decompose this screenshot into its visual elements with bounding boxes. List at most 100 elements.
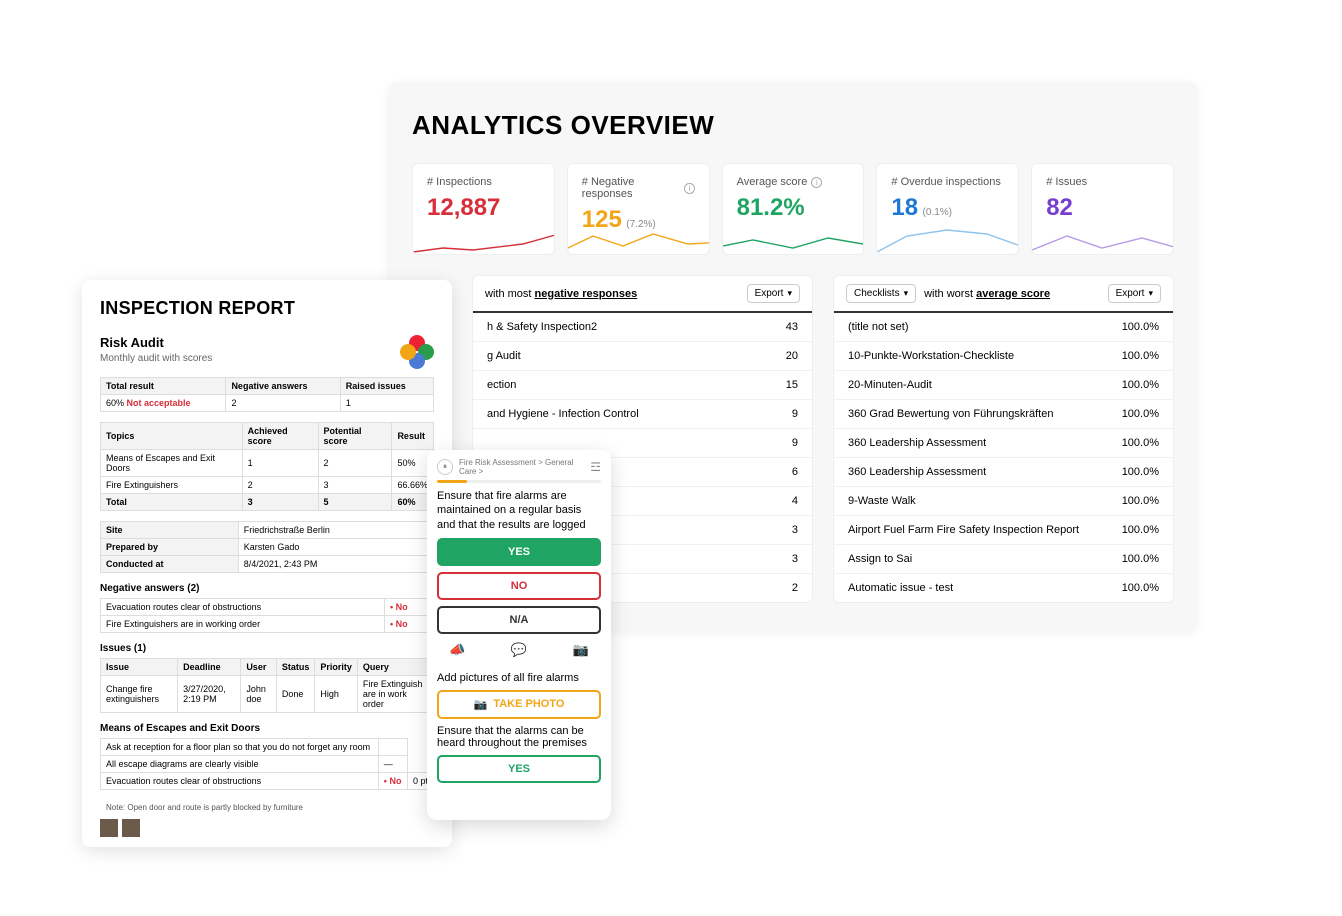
list-item[interactable]: Airport Fuel Farm Fire Safety Inspection…	[834, 516, 1173, 545]
td-iss: 1	[340, 395, 433, 412]
sparkline	[723, 226, 864, 254]
camera-icon: 📷	[474, 698, 488, 711]
stat-value: 12,887	[427, 196, 540, 220]
list-avg-score: Checklists▾ with worst average score Exp…	[833, 275, 1174, 603]
list-item[interactable]: 20-Minuten-Audit100.0%	[834, 371, 1173, 400]
list-body: (title not set)100.0%10-Punkte-Workstati…	[834, 313, 1173, 602]
stat-label: # Issues	[1046, 176, 1159, 188]
audit-title: Risk Audit	[100, 335, 212, 350]
stat-card-inspections[interactable]: # Inspections 12,887	[412, 163, 555, 255]
table-row: Evacuation routes clear of obstructionsN…	[101, 599, 434, 616]
sparkline	[1032, 226, 1173, 254]
stat-value: 18	[891, 194, 918, 221]
export-button[interactable]: Export▾	[747, 284, 800, 303]
photo-thumbs	[100, 819, 434, 837]
list-item[interactable]: (title not set)100.0%	[834, 313, 1173, 342]
sparkline	[568, 226, 709, 254]
list-item[interactable]: 10-Punkte-Workstation-Checkliste100.0%	[834, 342, 1173, 371]
table-row: Means of Escapes and Exit Doors1250%	[101, 450, 434, 477]
sparkline	[413, 226, 554, 254]
pause-icon[interactable]: ⏸	[437, 459, 453, 475]
chevron-down-icon: ▾	[787, 288, 792, 299]
stat-cards-row: # Inspections 12,887 # Negative response…	[412, 163, 1174, 255]
take-photo-button[interactable]: 📷TAKE PHOTO	[437, 690, 601, 719]
section1-note: Note: Open door and route is partly bloc…	[100, 800, 434, 815]
topics-table: TopicsAchieved scorePotential scoreResul…	[100, 422, 434, 511]
list-item[interactable]: and Hygiene - Infection Control9	[473, 400, 812, 429]
mobile-checklist-panel: ⏸ Fire Risk Assessment > General Care > …	[427, 450, 611, 820]
th-total: Total result	[101, 378, 226, 395]
answer-no-button[interactable]: NO	[437, 572, 601, 600]
list-item[interactable]: Automatic issue - test100.0%	[834, 574, 1173, 602]
table-row: Fire Extinguishers are in working orderN…	[101, 616, 434, 633]
chevron-down-icon: ▾	[904, 288, 909, 299]
list-header: Checklists▾ with worst average score Exp…	[834, 276, 1173, 313]
list-item[interactable]: 9-Waste Walk100.0%	[834, 487, 1173, 516]
comment-icon[interactable]: 💬	[511, 642, 527, 658]
stat-value-wrap: 18 (0.1%)	[891, 196, 1004, 220]
table-row: SiteFriedrichstraße Berlin	[101, 522, 434, 539]
list-item[interactable]: g Audit20	[473, 342, 812, 371]
answer-yes-button-2[interactable]: YES	[437, 755, 601, 783]
question-1: Ensure that fire alarms are maintained o…	[437, 489, 601, 532]
report-title: INSPECTION REPORT	[100, 298, 434, 319]
summary-table: Total resultNegative answersRaised issue…	[100, 377, 434, 412]
stat-label: # Inspections	[427, 176, 540, 188]
chevron-down-icon: ▾	[1148, 288, 1153, 299]
stat-card-negative[interactable]: # Negative responsesi 125 (7.2%)	[567, 163, 710, 255]
list-item[interactable]: 360 Grad Bewertung von Führungskräften10…	[834, 400, 1173, 429]
issues-heading: Issues (1)	[100, 643, 434, 654]
table-row: Fire Extinguishers2366.66%	[101, 477, 434, 494]
neg-answers-table: Evacuation routes clear of obstructionsN…	[100, 598, 434, 633]
stat-label: # Overdue inspections	[891, 176, 1004, 188]
list-item[interactable]: 360 Leadership Assessment100.0%	[834, 458, 1173, 487]
table-row: Prepared byKarsten Gado	[101, 539, 434, 556]
table-row: Ask at reception for a floor plan so tha…	[101, 739, 434, 756]
inspection-report-panel: INSPECTION REPORT Risk Audit Monthly aud…	[82, 280, 452, 847]
stat-value: 81.2%	[737, 196, 850, 220]
list-item[interactable]: h & Safety Inspection243	[473, 313, 812, 342]
meta-table: SiteFriedrichstraße BerlinPrepared byKar…	[100, 521, 434, 573]
list-desc: with most negative responses	[485, 288, 637, 300]
question-2: Add pictures of all fire alarms	[437, 672, 601, 684]
td-total: 60% Not acceptable	[101, 395, 226, 412]
info-icon[interactable]: i	[811, 177, 822, 188]
table-row: Evacuation routes clear of obstructionsN…	[101, 773, 434, 790]
checklists-dropdown[interactable]: Checklists▾	[846, 284, 916, 303]
table-row: Change fire extinguishers3/27/2020, 2:19…	[101, 676, 434, 713]
stat-card-issues[interactable]: # Issues 82	[1031, 163, 1174, 255]
question-3: Ensure that the alarms can be heard thro…	[437, 725, 601, 749]
stat-value: 82	[1046, 196, 1159, 220]
announce-icon[interactable]: 📣	[449, 642, 465, 658]
audit-subtitle: Monthly audit with scores	[100, 353, 212, 364]
table-row: All escape diagrams are clearly visible—	[101, 756, 434, 773]
app-logo-icon	[400, 335, 434, 369]
table-row: Conducted at8/4/2021, 2:43 PM	[101, 556, 434, 573]
section1-table: Ask at reception for a floor plan so tha…	[100, 738, 434, 790]
th-issues: Raised issues	[340, 378, 433, 395]
stat-card-overdue[interactable]: # Overdue inspections 18 (0.1%)	[876, 163, 1019, 255]
answer-na-button[interactable]: N/A	[437, 606, 601, 634]
answer-yes-button[interactable]: YES	[437, 538, 601, 566]
list-item[interactable]: ection15	[473, 371, 812, 400]
breadcrumb[interactable]: Fire Risk Assessment > General Care >	[459, 458, 584, 476]
list-item[interactable]: Assign to Sai100.0%	[834, 545, 1173, 574]
list-desc: with worst average score	[924, 288, 1050, 300]
stat-label: # Negative responsesi	[582, 176, 695, 200]
progress-bar	[437, 480, 601, 483]
camera-icon[interactable]: 📷	[573, 642, 589, 658]
report-header: Risk Audit Monthly audit with scores	[100, 335, 434, 369]
stat-card-avg-score[interactable]: Average scorei 81.2%	[722, 163, 865, 255]
sparkline	[877, 226, 1018, 254]
list-header: with most negative responses Export▾	[473, 276, 812, 313]
list-icon[interactable]: ☲	[590, 460, 601, 474]
list-item[interactable]: 360 Leadership Assessment100.0%	[834, 429, 1173, 458]
mobile-topbar: ⏸ Fire Risk Assessment > General Care > …	[437, 458, 601, 476]
table-row: Total3560%	[101, 494, 434, 511]
info-icon[interactable]: i	[684, 183, 694, 194]
export-button[interactable]: Export▾	[1108, 284, 1161, 303]
neg-answers-heading: Negative answers (2)	[100, 583, 434, 594]
analytics-title: ANALYTICS OVERVIEW	[412, 110, 1174, 141]
section1-heading: Means of Escapes and Exit Doors	[100, 723, 434, 734]
th-neg: Negative answers	[226, 378, 340, 395]
